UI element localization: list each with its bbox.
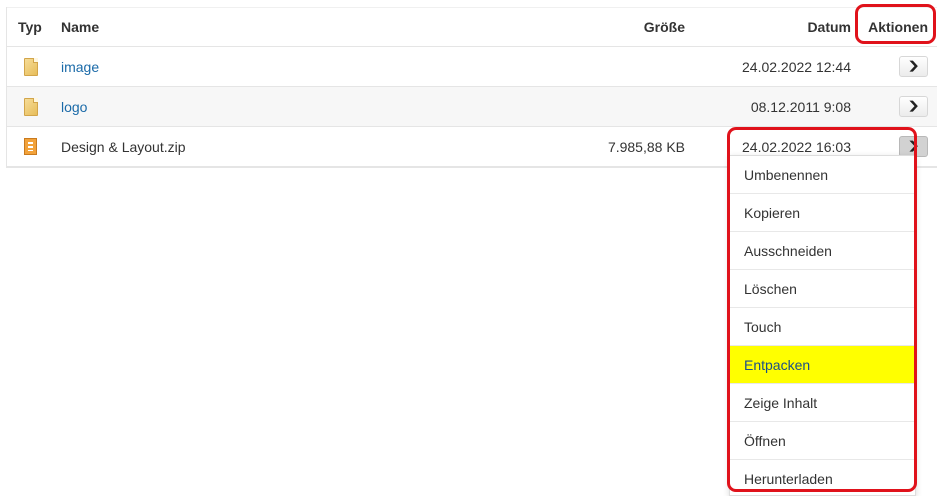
menu-item-oeffnen[interactable]: Öffnen [730, 422, 915, 460]
file-name: Design & Layout.zip [61, 138, 186, 155]
col-typ[interactable]: Typ [18, 8, 42, 46]
menu-item-ausschneiden[interactable]: Ausschneiden [730, 232, 915, 270]
actions-dropdown-button[interactable]: ❯ [899, 136, 928, 157]
file-name-link[interactable]: logo [61, 99, 87, 115]
menu-item-umbenennen[interactable]: Umbenennen [730, 156, 915, 194]
menu-item-touch[interactable]: Touch [730, 308, 915, 346]
folder-icon [24, 97, 38, 116]
menu-item-entpacken[interactable]: Entpacken [730, 346, 915, 384]
col-size[interactable]: Größe [644, 8, 685, 46]
actions-menu: Umbenennen Kopieren Ausschneiden Löschen… [729, 155, 916, 496]
menu-item-herunterladen[interactable]: Herunterladen [730, 460, 915, 495]
file-table: Typ Name Größe Datum Aktionen image 24.0… [6, 7, 937, 168]
menu-item-kopieren[interactable]: Kopieren [730, 194, 915, 232]
file-date: 24.02.2022 12:44 [742, 58, 851, 75]
folder-icon [24, 57, 38, 76]
col-date[interactable]: Datum [807, 8, 851, 46]
table-row: logo 08.12.2011 9:08 ❯ [7, 87, 937, 127]
table-header: Typ Name Größe Datum Aktionen [7, 7, 937, 47]
menu-item-loeschen[interactable]: Löschen [730, 270, 915, 308]
col-actions: Aktionen [868, 19, 928, 35]
chevron-down-icon: ❯ [907, 100, 920, 112]
table-row: image 24.02.2022 12:44 ❯ [7, 47, 937, 87]
menu-item-zeige-inhalt[interactable]: Zeige Inhalt [730, 384, 915, 422]
file-size: 7.985,88 KB [607, 138, 685, 155]
chevron-down-icon: ❯ [907, 60, 920, 72]
zip-file-icon [24, 138, 37, 155]
actions-dropdown-button[interactable]: ❯ [899, 56, 928, 77]
chevron-down-icon: ❯ [907, 140, 920, 152]
file-date: 08.12.2011 9:08 [750, 98, 851, 115]
actions-dropdown-button[interactable]: ❯ [899, 96, 928, 117]
col-name[interactable]: Name [61, 8, 99, 46]
file-name-link[interactable]: image [61, 59, 99, 75]
